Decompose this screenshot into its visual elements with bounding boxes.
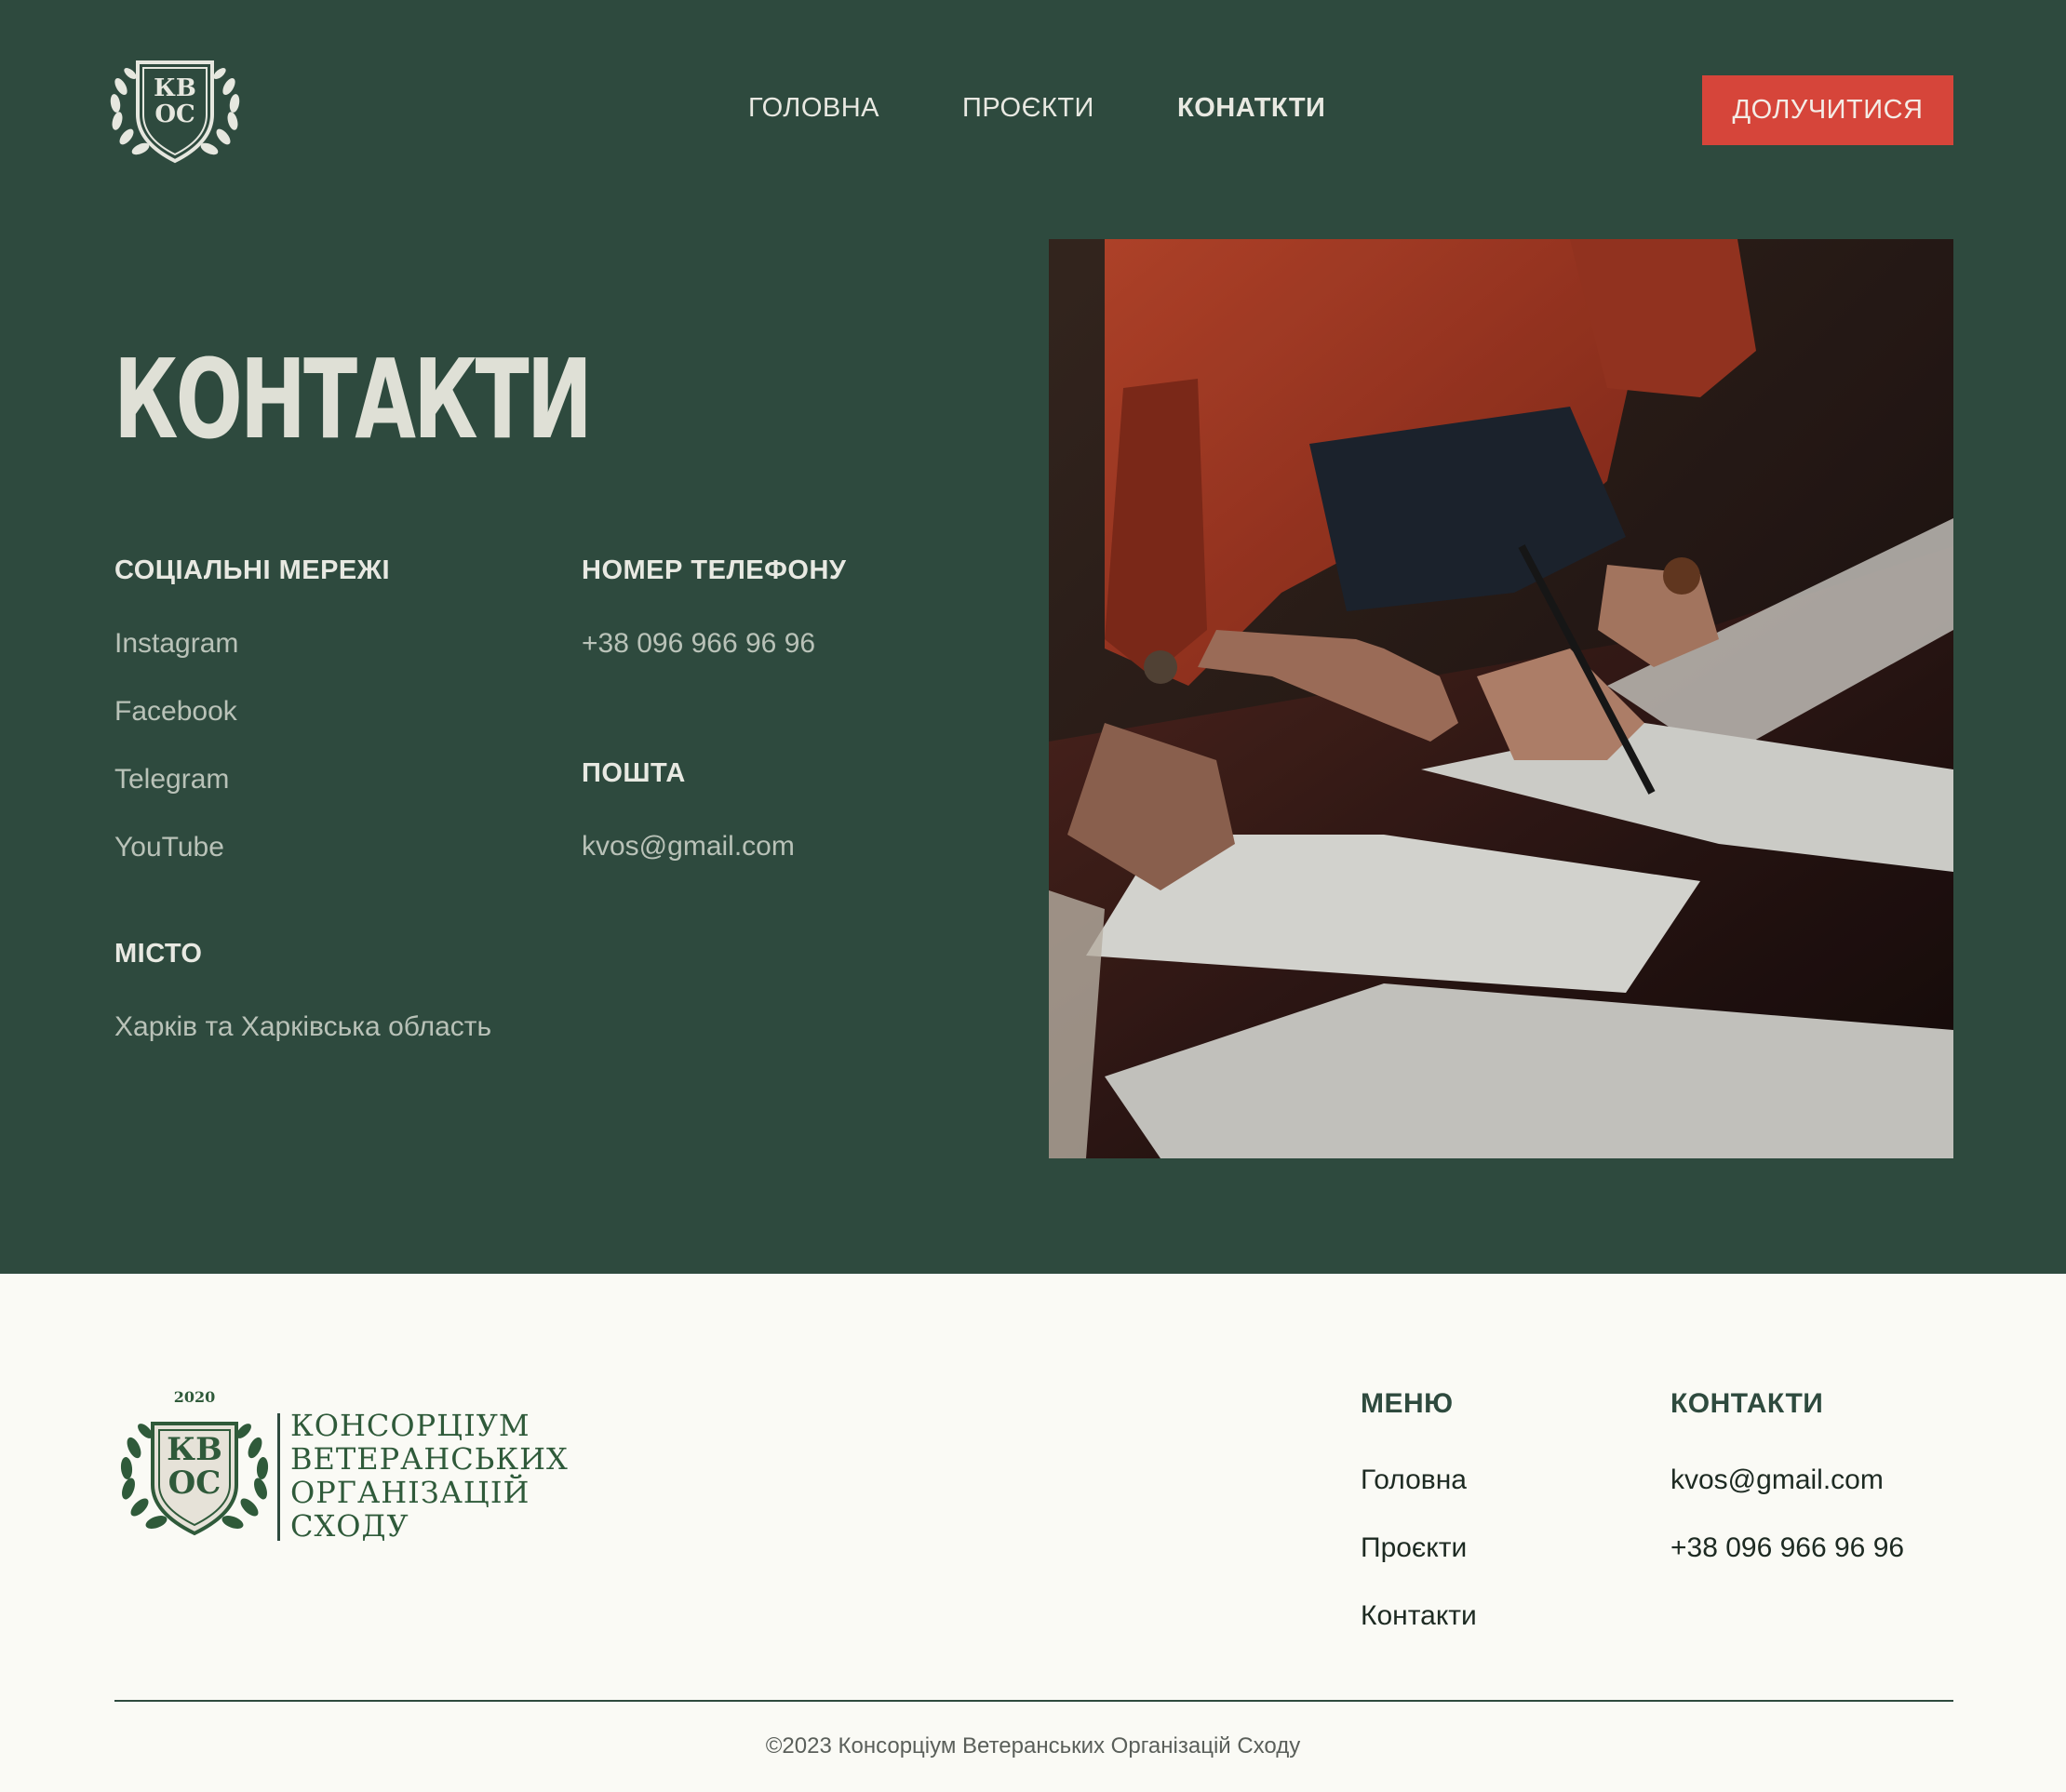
join-button[interactable]: ДОЛУЧИТИСЯ (1702, 75, 1953, 145)
phone-value[interactable]: +38 096 966 96 96 (582, 628, 815, 660)
footer-logo-year: 2020 (173, 1388, 216, 1406)
nav-link-projects[interactable]: ПРОЄКТИ (962, 93, 1094, 124)
city-heading: МІСТО (114, 939, 203, 969)
footer-logo[interactable]: 2020 КВ ОС (115, 1388, 274, 1541)
footer-phone[interactable]: +38 096 966 96 96 (1670, 1532, 1904, 1564)
footer-link-home[interactable]: Головна (1361, 1464, 1467, 1496)
footer-divider (114, 1700, 1953, 1702)
email-heading: ПОШТА (582, 758, 686, 788)
contacts-hero: КВ ОС ГОЛОВНА ПРОЄКТИ КОНАТКТИ ДОЛУЧИТИС… (0, 0, 2066, 1274)
footer-menu-heading: МЕНЮ (1361, 1388, 1454, 1419)
email-value[interactable]: kvos@gmail.com (582, 831, 795, 863)
social-link-instagram[interactable]: Instagram (114, 628, 238, 660)
footer-logo-lettering: КВ ОС (167, 1431, 222, 1502)
footer-contacts-heading: КОНТАКТИ (1670, 1388, 1824, 1419)
nav-link-home[interactable]: ГОЛОВНА (748, 93, 879, 124)
org-name: КОНСОРЦІУМ ВЕТЕРАНСЬКИХ ОРГАНІЗАЦІЙ СХОД… (290, 1408, 569, 1544)
social-link-telegram[interactable]: Telegram (114, 764, 229, 796)
footer-link-contacts[interactable]: Контакти (1361, 1600, 1477, 1632)
social-heading: СОЦІАЛЬНІ МЕРЕЖІ (114, 555, 391, 585)
page-title: КОНТАКТИ (114, 335, 593, 463)
signing-documents-image (1049, 239, 1953, 1158)
footer-link-projects[interactable]: Проєкти (1361, 1532, 1467, 1564)
footer: 2020 КВ ОС КОНСОРЦІУМ ВЕТЕРАНСЬКИХ ОРГАН… (0, 1274, 2066, 1792)
footer-email[interactable]: kvos@gmail.com (1670, 1464, 1884, 1496)
city-value: Харків та Харківська область (114, 1011, 492, 1042)
social-link-facebook[interactable]: Facebook (114, 696, 237, 728)
contacts-photo (1049, 239, 1953, 1158)
phone-heading: НОМЕР ТЕЛЕФОНУ (582, 555, 847, 585)
social-link-youtube[interactable]: YouTube (114, 832, 224, 863)
copyright: ©2023 Консорціум Ветеранських Організаці… (765, 1733, 1301, 1759)
nav-link-contacts[interactable]: КОНАТКТИ (1177, 93, 1325, 124)
logo-divider (277, 1413, 280, 1541)
